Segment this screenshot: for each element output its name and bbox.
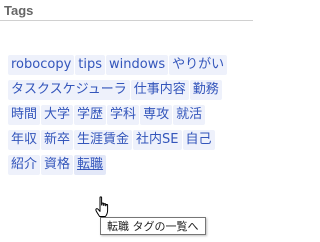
hand-pointer-icon: [95, 196, 109, 217]
tag-link[interactable]: 社内SE: [133, 130, 182, 150]
tag-link[interactable]: 自己: [182, 130, 215, 150]
tag-link[interactable]: 紹介: [8, 155, 41, 175]
tag-link[interactable]: robocopy: [8, 55, 75, 75]
tag-link[interactable]: 大学: [41, 105, 74, 125]
tags-widget: Tags robocopy tips windows やりがい タスクスケジューラ 仕事内…: [0, 0, 253, 242]
tag-link[interactable]: 資格: [41, 155, 74, 175]
tag-link[interactable]: 新卒: [41, 130, 74, 150]
tag-link[interactable]: 仕事内容: [130, 80, 189, 100]
tag-row: robocopy tips windows やりがい: [8, 55, 248, 80]
tag-link[interactable]: 時間: [8, 105, 41, 125]
tag-row: 年収 新卒 生涯賃金 社内SE 自己: [8, 130, 248, 155]
tag-link[interactable]: windows: [106, 55, 169, 75]
tag-link[interactable]: 転職: [74, 155, 107, 175]
widget-header: Tags: [0, 0, 253, 22]
tag-link[interactable]: 年収: [8, 130, 41, 150]
tag-link[interactable]: 勤務: [189, 80, 222, 100]
tag-cloud: robocopy tips windows やりがい タスクスケジューラ 仕事内容 勤務 時間…: [8, 55, 248, 180]
tag-link[interactable]: やりがい: [169, 55, 228, 75]
tag-link[interactable]: タスクスケジューラ: [8, 80, 130, 100]
tag-link[interactable]: tips: [75, 55, 105, 75]
tag-row: 紹介 資格 転職: [8, 155, 248, 180]
tag-row: 時間 大学 学歴 学科 専攻 就活: [8, 105, 248, 130]
tag-link[interactable]: 専攻: [140, 105, 173, 125]
tag-link[interactable]: 学歴: [74, 105, 107, 125]
tag-link[interactable]: 生涯賃金: [74, 130, 133, 150]
tag-link[interactable]: 学科: [107, 105, 140, 125]
tag-link[interactable]: 就活: [173, 105, 206, 125]
tag-tooltip: 転職 タグの一覧へ: [100, 217, 206, 235]
header-divider: [0, 20, 253, 21]
tag-row: タスクスケジューラ 仕事内容 勤務: [8, 80, 248, 105]
widget-title: Tags: [4, 3, 34, 18]
